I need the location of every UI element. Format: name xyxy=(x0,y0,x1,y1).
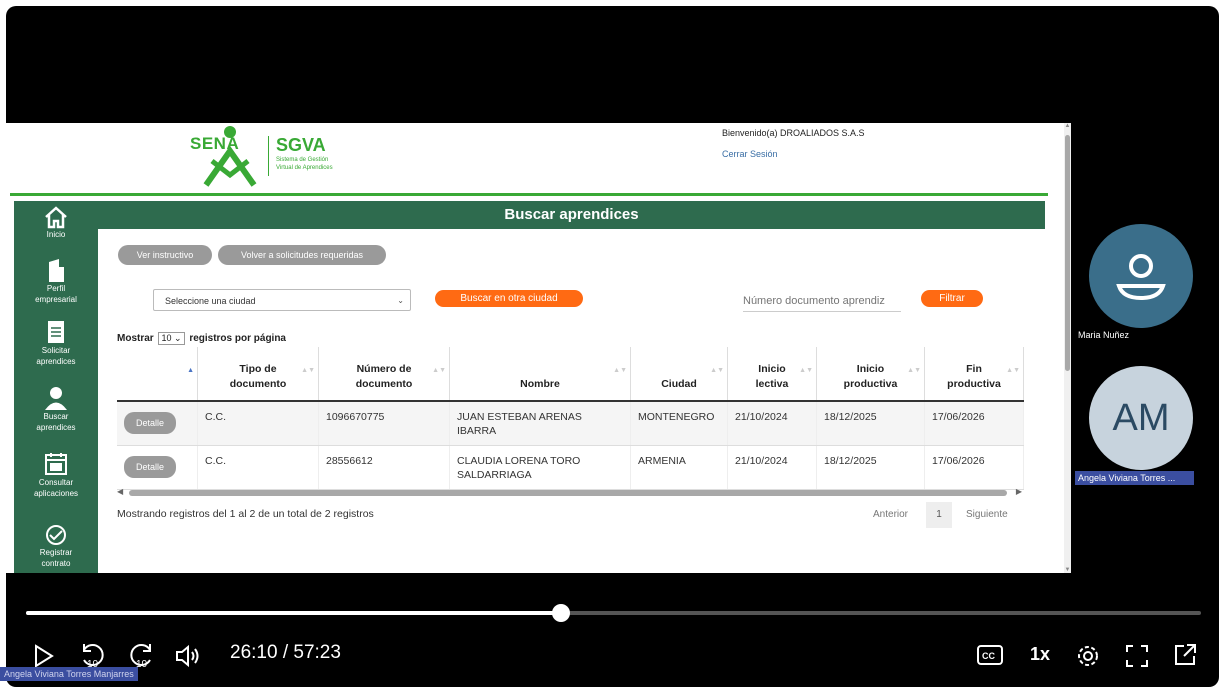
detail-button[interactable]: Detalle xyxy=(124,412,177,434)
table-row: Detalle C.C. 1096670775 JUAN ESTEBAN ARE… xyxy=(117,401,1024,446)
cell-ciudad: ARMENIA xyxy=(630,445,728,490)
handshake-icon xyxy=(46,525,66,545)
apprentices-table: ▲ Tipo de documento ▲▼ Número de documento ▲… xyxy=(117,347,1024,490)
cell-tipo: C.C. xyxy=(197,401,319,446)
pager-page[interactable]: 1 xyxy=(926,502,952,528)
app-name: SGVA xyxy=(276,135,326,155)
records-summary: Mostrando registros del 1 al 2 de un tot… xyxy=(117,508,374,520)
settings-icon[interactable] xyxy=(1074,642,1102,670)
cell-inicio-lectiva: 21/10/2024 xyxy=(727,401,817,446)
scroll-up-icon[interactable]: ▲ xyxy=(1064,123,1071,129)
column-header-inicio-productiva[interactable]: Inicio productiva ▲▼ xyxy=(816,347,925,402)
screen-vertical-scrollbar[interactable]: ▲ ▼ xyxy=(1064,123,1071,573)
sena-wordmark: SENA xyxy=(190,134,240,153)
scroll-down-icon[interactable]: ▼ xyxy=(1064,567,1071,573)
logout-link[interactable]: Cerrar Sesión xyxy=(722,149,778,159)
sidebar-item-consultar[interactable]: Consultar aplicaciones xyxy=(14,451,98,499)
cell-fin-productiva: 17/06/2026 xyxy=(924,401,1024,446)
participant-name: Angela Viviana Torres ... xyxy=(1075,471,1194,485)
filter-button[interactable]: Filtrar xyxy=(921,290,983,307)
captions-icon[interactable]: CC xyxy=(976,643,1004,667)
cell-inicio-productiva: 18/12/2025 xyxy=(816,445,925,490)
play-icon[interactable] xyxy=(30,643,56,669)
cell-tipo: C.C. xyxy=(197,445,319,490)
page-size-select[interactable]: 10 ⌄ xyxy=(158,332,185,345)
cell-ciudad: MONTENEGRO xyxy=(630,401,728,446)
svg-text:CC: CC xyxy=(982,651,995,661)
shared-screen: SENA SGVA Sistema de Gestión Virtual de … xyxy=(6,123,1064,573)
sidebar-item-registrar[interactable]: Registrar contrato xyxy=(14,523,98,569)
sidebar-item-solicitar[interactable]: Solicitar aprendices xyxy=(14,319,98,367)
city-select[interactable]: Seleccione una ciudad ⌄ xyxy=(153,289,411,311)
sidebar-item-inicio[interactable]: Inicio xyxy=(14,205,98,240)
column-header-action[interactable]: ▲ xyxy=(117,347,198,402)
scrollbar-thumb[interactable] xyxy=(129,490,1007,496)
user-icon xyxy=(45,387,67,410)
page-size-control: Mostrar 10 ⌄ registros por página xyxy=(117,332,286,345)
chevron-down-icon: ⌄ xyxy=(397,296,404,305)
page-title: Buscar aprendices xyxy=(98,201,1045,229)
rewind-10-icon[interactable]: 10 xyxy=(78,640,106,670)
participant-initials: AM xyxy=(1112,397,1170,439)
search-other-city-button[interactable]: Buscar en otra ciudad xyxy=(435,290,583,307)
scrollbar-thumb[interactable] xyxy=(1065,135,1070,371)
back-to-requests-button[interactable]: Volver a solicitudes requeridas xyxy=(218,245,386,265)
logo-divider xyxy=(268,136,269,176)
pager-next[interactable]: Siguiente xyxy=(966,502,1008,528)
scroll-right-icon[interactable]: ▶ xyxy=(1016,487,1022,496)
column-header-numero[interactable]: Número de documento ▲▼ xyxy=(318,347,450,402)
home-icon xyxy=(45,206,67,229)
seek-handle[interactable] xyxy=(551,604,570,622)
building-icon xyxy=(49,259,64,282)
participant-tile-maria[interactable] xyxy=(1089,224,1193,328)
column-header-ciudad[interactable]: Ciudad ▲▼ xyxy=(630,347,728,402)
column-header-inicio-lectiva[interactable]: Inicio lectiva ▲▼ xyxy=(727,347,817,402)
cell-fin-productiva: 17/06/2026 xyxy=(924,445,1024,490)
fullscreen-icon[interactable] xyxy=(1124,643,1150,669)
cell-nombre: CLAUDIA LORENA TORO SALDARRIAGA xyxy=(449,445,631,490)
app-subtitle: Sistema de Gestión Virtual de Aprendices xyxy=(276,157,333,171)
volume-icon[interactable] xyxy=(174,643,204,669)
seek-bar-played xyxy=(26,611,561,615)
seek-bar[interactable] xyxy=(26,604,1201,622)
cell-nombre: JUAN ESTEBAN ARENAS IBARRA xyxy=(449,401,631,446)
header-divider xyxy=(10,193,1048,196)
participant-tile-angela[interactable]: AM xyxy=(1089,366,1193,470)
pager-previous[interactable]: Anterior xyxy=(873,502,908,528)
playback-speed-button[interactable]: 1x xyxy=(1030,644,1050,665)
document-number-input[interactable] xyxy=(743,291,901,312)
cell-numero: 28556612 xyxy=(318,445,450,490)
instructions-button[interactable]: Ver instructivo xyxy=(118,245,212,265)
column-header-fin-productiva[interactable]: Fin productiva ▲▼ xyxy=(924,347,1024,402)
video-player[interactable]: SENA SGVA Sistema de Gestión Virtual de … xyxy=(6,6,1219,687)
welcome-text: Bienvenido(a) DROALIADOS S.A.S xyxy=(722,128,865,138)
speaker-name-label: Angela Viviana Torres Manjarres xyxy=(0,667,138,681)
calendar-icon xyxy=(45,453,67,475)
sidebar-item-buscar[interactable]: Buscar aprendices xyxy=(14,385,98,433)
user-icon xyxy=(1116,254,1166,301)
cell-numero: 1096670775 xyxy=(318,401,450,446)
forward-10-icon[interactable]: 10 xyxy=(128,640,156,670)
cell-inicio-productiva: 18/12/2025 xyxy=(816,401,925,446)
sgva-header: SENA SGVA Sistema de Gestión Virtual de … xyxy=(6,123,1064,196)
participant-name: Maria Nuñez xyxy=(1078,330,1130,340)
search-content: Ver instructivo Volver a solicitudes req… xyxy=(98,229,1045,573)
table-row: Detalle C.C. 28556612 CLAUDIA LORENA TOR… xyxy=(117,445,1024,490)
table-horizontal-scrollbar[interactable]: ◀ ▶ xyxy=(117,487,1022,497)
scroll-left-icon[interactable]: ◀ xyxy=(117,487,123,496)
detail-button[interactable]: Detalle xyxy=(124,455,177,478)
column-header-nombre[interactable]: Nombre ▲▼ xyxy=(449,347,631,402)
column-header-tipo[interactable]: Tipo de documento ▲▼ xyxy=(197,347,319,402)
popout-icon[interactable] xyxy=(1172,642,1198,668)
sidebar: Inicio Perfil empresarial Solicitar aprend… xyxy=(14,201,98,573)
sidebar-item-perfil[interactable]: Perfil empresarial xyxy=(14,257,98,305)
time-display: 26:10 / 57:23 xyxy=(230,642,341,663)
document-icon xyxy=(48,321,64,343)
cell-inicio-lectiva: 21/10/2024 xyxy=(727,445,817,490)
